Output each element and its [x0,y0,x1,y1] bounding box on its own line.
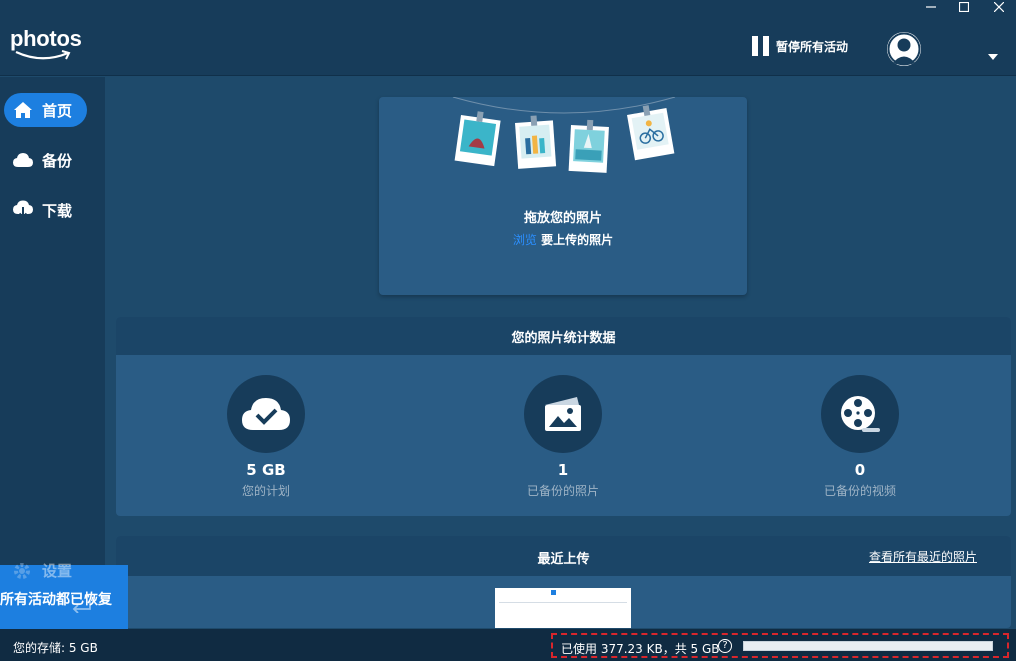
account-menu-caret[interactable] [988,45,998,64]
storage-progress-bar [743,641,993,651]
view-all-recent-link[interactable]: 查看所有最近的照片 [869,548,977,565]
sidebar-item-backup[interactable]: 备份 [4,143,87,177]
stat-videos-circle [821,375,899,453]
logo-text: photos [10,26,82,51]
minimize-button[interactable] [914,0,948,14]
pause-icon [752,36,769,56]
stat-photos: 1 已备份的照片 [463,375,663,499]
hanging-photos-illustration [452,97,676,173]
stat-photos-label: 已备份的照片 [526,484,599,498]
stat-videos: 0 已备份的视频 [760,375,960,499]
stat-plan-value: 5 GB [246,461,286,479]
sidebar-item-home[interactable]: 首页 [4,93,87,127]
chevron-down-icon [988,54,998,60]
stats-title: 您的照片统计数据 [511,330,616,346]
person-icon [887,32,921,66]
cloud-check-icon [242,398,290,430]
drop-title: 拖放您的照片 [523,211,602,226]
thumbnail-dot [551,590,556,595]
pause-all-label: 暂停所有活动 [776,39,849,54]
collapse-arrow-icon [72,601,91,613]
maximize-button[interactable] [947,0,981,14]
photo-icon [545,397,581,431]
stat-videos-value: 0 [854,461,866,479]
stat-photos-value: 1 [557,461,569,479]
drop-subtitle: 浏览 要上传的照片 [379,231,747,248]
recent-header: 最近上传 查看所有最近的照片 [116,536,1011,576]
maximize-icon [959,2,969,12]
gear-icon [14,562,30,579]
stat-photos-circle [524,375,602,453]
sidebar-item-label: 下载 [42,201,73,220]
stat-plan-circle [227,375,305,453]
stat-plan-label: 您的计划 [241,484,290,498]
storage-usage-text: 已使用 377.23 KB，共 5 GB [561,642,720,656]
close-icon [994,2,1004,12]
minimize-icon [926,6,936,8]
sidebar-item-settings[interactable]: 设置 [12,560,72,581]
user-avatar[interactable] [887,32,921,66]
browse-link[interactable]: 浏览 [513,233,537,247]
pause-all-button[interactable]: 暂停所有活动 [752,36,848,56]
sidebar-item-download[interactable]: 下载 [4,193,87,227]
film-reel-icon [841,396,880,432]
smile-arrow-icon [15,50,71,60]
thumbnail-line [499,602,627,603]
sidebar-item-label: 设置 [42,562,73,580]
sidebar: 首页 备份 下载 [0,77,105,626]
sidebar-item-label: 首页 [42,101,73,120]
help-icon[interactable]: ? [718,639,732,653]
app-header: photos 暂停所有活动 [0,0,1016,76]
drop-zone[interactable]: 拖放您的照片 浏览 要上传的照片 [379,97,747,295]
sidebar-item-label: 备份 [42,151,73,170]
drop-subtitle-text: 要上传的照片 [541,233,614,247]
close-button[interactable] [982,0,1016,14]
toast-message: 所有活动都已恢复 [0,592,112,608]
cloud-download-icon [12,199,34,221]
photos-logo: photos [10,26,82,60]
photo-stats-card: 您的照片统计数据 5 GB 您的计划 1 已备份的照片 0 已备份的视频 [116,317,1011,516]
cloud-icon [12,149,34,171]
storage-plan-text: 您的存储: 5 GB [13,641,98,655]
recent-uploads-card: 最近上传 查看所有最近的照片 [116,536,1011,628]
stat-plan: 5 GB 您的计划 [166,375,366,499]
stat-videos-label: 已备份的视频 [823,484,896,498]
recent-photo-thumbnail[interactable] [495,588,631,628]
status-bar: 您的存储: 5 GB 已使用 377.23 KB，共 5 GB ? [0,629,1016,661]
stats-header: 您的照片统计数据 [116,317,1011,355]
home-icon [12,99,34,121]
storage-usage-highlight: 已使用 377.23 KB，共 5 GB ? [551,633,1009,658]
